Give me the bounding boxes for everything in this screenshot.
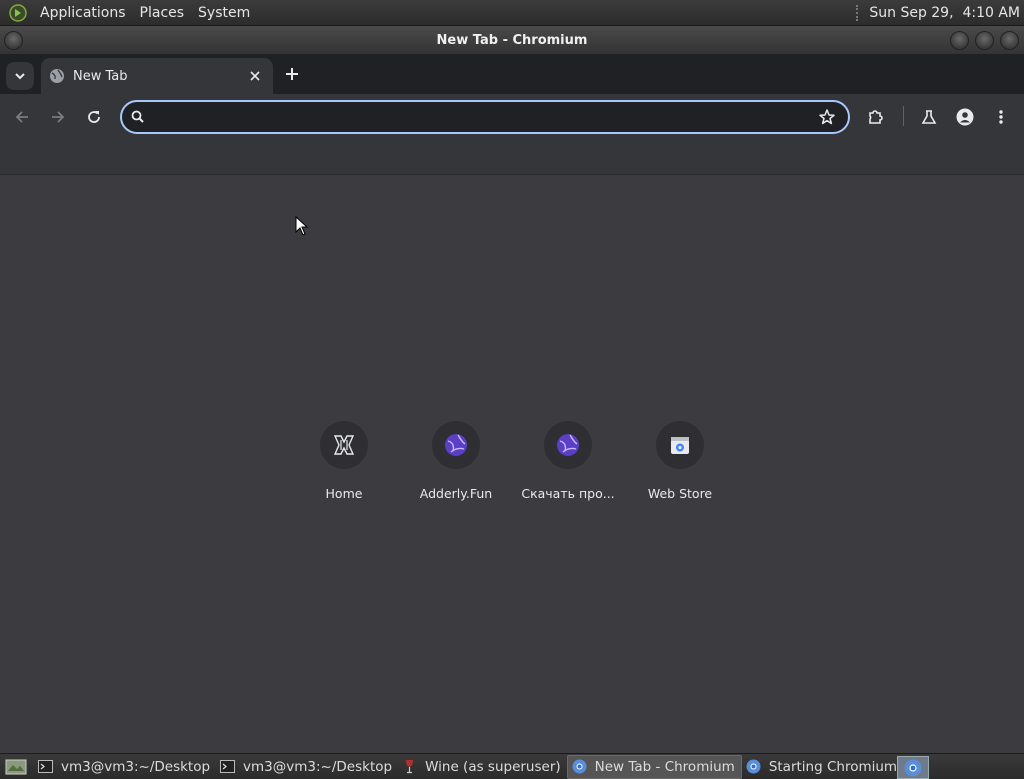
toolbar-divider (903, 106, 904, 126)
distro-logo-icon[interactable] (9, 3, 27, 22)
arrow-left-icon (15, 111, 28, 123)
tab-new-tab[interactable]: New Tab (41, 58, 273, 94)
taskbar-item-label: Wine (as superuser) (425, 758, 561, 775)
shortcut-icon-circle (432, 421, 480, 469)
forward-button[interactable] (47, 106, 69, 128)
terminal-icon (220, 760, 236, 773)
shortcut-adderly-fun[interactable]: Adderly.Fun (400, 419, 512, 509)
taskbar-item-label: vm3@vm3:~/Desktop (243, 758, 393, 775)
chromium-icon (904, 759, 922, 776)
reload-button[interactable] (83, 106, 105, 128)
shortcut-label: Adderly.Fun (419, 486, 493, 501)
maximize-button[interactable] (975, 31, 994, 50)
taskbar-item-starting-chromium[interactable]: Starting Chromium (742, 756, 903, 778)
system-menu[interactable]: System (191, 5, 257, 21)
reload-icon (88, 111, 100, 123)
taskbar-item-terminal-1[interactable]: vm3@vm3:~/Desktop (34, 756, 216, 778)
taskbar-item-chromium-active[interactable]: New Tab - Chromium (566, 754, 742, 779)
top-panel: Applications Places System Sun Sep 29, 4… (0, 0, 1024, 26)
bottom-taskbar: vm3@vm3:~/Desktop vm3@vm3:~/Desktop Wine… (0, 753, 1024, 779)
labs-button[interactable] (918, 106, 940, 128)
taskbar-item-terminal-2[interactable]: vm3@vm3:~/Desktop (216, 756, 398, 778)
search-icon (131, 110, 144, 123)
kebab-menu-icon (999, 110, 1003, 124)
web-store-icon (671, 437, 689, 454)
chevron-down-icon (15, 73, 25, 80)
menu-button[interactable] (990, 106, 1012, 128)
shortcut-icon-circle (656, 421, 704, 469)
globe-icon (557, 434, 579, 456)
clock[interactable]: Sun Sep 29, 4:10 AM (869, 5, 1020, 21)
globe-icon (445, 434, 467, 456)
extensions-button[interactable] (865, 106, 887, 128)
taskbar-item-wine[interactable]: Wine (as superuser) (398, 756, 567, 778)
applications-menu[interactable]: Applications (33, 5, 133, 21)
globe-favicon-icon (50, 69, 64, 83)
window-titlebar[interactable]: New Tab - Chromium (0, 26, 1024, 54)
tab-close-icon[interactable] (247, 68, 263, 84)
puzzle-icon (869, 110, 883, 124)
window-title: New Tab - Chromium (436, 32, 588, 48)
shortcut-web-store[interactable]: Web Store (624, 419, 736, 509)
bookmark-bar (0, 139, 1024, 175)
home-shortcut-icon (333, 435, 355, 455)
panel-grip[interactable] (856, 4, 860, 21)
wine-icon (406, 760, 414, 774)
bookmark-star-icon[interactable] (818, 108, 836, 126)
mouse-cursor-icon (295, 216, 309, 236)
shortcut-label: Home (325, 486, 363, 501)
plus-icon (286, 68, 298, 80)
workspace-switcher[interactable] (897, 756, 929, 779)
taskbar-item-label: vm3@vm3:~/Desktop (61, 758, 211, 775)
window-menu-button[interactable] (4, 31, 23, 50)
person-icon (956, 108, 974, 126)
shortcut-skachat[interactable]: Скачать про... (512, 419, 624, 509)
shortcut-label: Скачать про... (521, 486, 615, 501)
shortcut-label: Web Store (647, 486, 713, 501)
arrow-right-icon (52, 111, 65, 123)
shortcut-icon-circle (320, 421, 368, 469)
chromium-icon (746, 759, 761, 774)
new-tab-button[interactable] (282, 64, 302, 84)
address-input[interactable] (154, 105, 808, 129)
browser-toolbar (0, 94, 1024, 139)
tab-strip: New Tab (0, 54, 1024, 94)
taskbar-item-label: New Tab - Chromium (594, 758, 735, 775)
terminal-icon (38, 760, 53, 773)
show-desktop-icon[interactable] (4, 757, 28, 777)
chromium-icon (572, 759, 587, 774)
flask-icon (921, 110, 937, 124)
new-tab-page: Home Adderly.Fun Скачать про... Web Stor… (0, 175, 1024, 753)
shortcut-icon-circle (544, 421, 592, 469)
profile-button[interactable] (954, 106, 976, 128)
shortcut-home[interactable]: Home (288, 419, 400, 509)
omnibox[interactable] (120, 100, 850, 134)
taskbar-item-label: Starting Chromium (768, 758, 898, 775)
close-window-button[interactable] (1000, 31, 1019, 50)
tab-search-button[interactable] (6, 62, 34, 90)
back-button[interactable] (11, 106, 33, 128)
places-menu[interactable]: Places (133, 5, 192, 21)
tab-title: New Tab (73, 68, 128, 84)
minimize-button[interactable] (950, 31, 969, 50)
